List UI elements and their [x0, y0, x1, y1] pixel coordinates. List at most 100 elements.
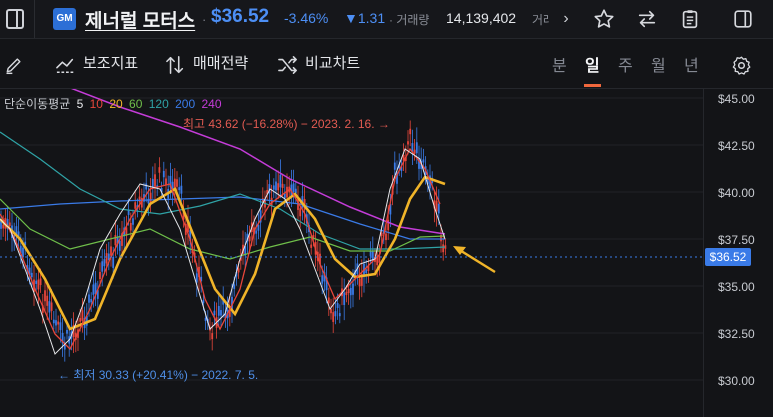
- period-month[interactable]: 월: [651, 52, 666, 76]
- annotation-arrow: [453, 246, 496, 274]
- sidebar-toggle-button[interactable]: [0, 0, 35, 38]
- candle-body: [204, 317, 207, 322]
- candle-body: [50, 302, 53, 311]
- active-period-indicator: [584, 84, 601, 87]
- exchange-button[interactable]: [627, 0, 665, 38]
- candle-body: [37, 279, 40, 290]
- legend-ma-20: 20: [109, 97, 123, 111]
- period-year[interactable]: 년: [684, 52, 699, 76]
- current-price-tag: $36.52: [705, 248, 751, 266]
- y-tick-label: $35.00: [718, 280, 755, 294]
- candle-body: [46, 295, 49, 306]
- indicators-button[interactable]: 보조지표: [55, 40, 150, 88]
- candle-body: [180, 185, 183, 194]
- candle-body: [149, 192, 152, 204]
- candle-body: [213, 310, 216, 315]
- current-price: $36.52: [211, 6, 270, 27]
- candle-body: [92, 284, 95, 295]
- period-week[interactable]: 주: [618, 52, 633, 76]
- favorite-button[interactable]: [584, 0, 622, 38]
- scroll-right-button[interactable]: ›: [556, 4, 576, 34]
- clipboard-icon: [682, 10, 698, 29]
- candle-body: [105, 253, 108, 264]
- order-button[interactable]: [670, 0, 708, 38]
- strategy-label: 매매전략: [193, 55, 249, 72]
- candle-body: [336, 303, 339, 308]
- candle-body: [233, 284, 236, 289]
- legend-ma-200: 200: [175, 97, 196, 111]
- indicator-chart-icon: [56, 58, 76, 74]
- stock-name-link[interactable]: 제너럴 모터스: [85, 6, 195, 33]
- candle-body: [103, 259, 106, 267]
- candle-body: [255, 230, 258, 234]
- candle-body: [283, 193, 286, 199]
- candle-body: [334, 311, 337, 317]
- volume-label: · 거래량: [389, 13, 430, 27]
- candle-body: [415, 142, 418, 154]
- candle-body: [202, 300, 205, 304]
- change-percent: -3.46%: [284, 10, 329, 26]
- candle-body: [195, 273, 198, 283]
- legend-ma-5: 5: [76, 97, 84, 111]
- candle-body: [409, 128, 412, 135]
- candle-body: [332, 312, 335, 322]
- candle-body: [127, 210, 130, 215]
- period-minute[interactable]: 분: [552, 52, 567, 76]
- candle-body: [338, 313, 341, 317]
- draw-button[interactable]: [4, 40, 28, 88]
- legend-ma-60: 60: [129, 97, 143, 111]
- candle-body: [165, 178, 167, 185]
- panel-toggle-button[interactable]: [723, 0, 761, 38]
- candle-body: [407, 141, 409, 145]
- chart-toolbar: 보조지표 매매전략 비교차트 분 일 주 월 년: [0, 40, 773, 89]
- candle-body: [57, 321, 60, 325]
- ma-120-line: [0, 131, 446, 250]
- star-icon: [594, 9, 614, 28]
- candle-body: [44, 290, 46, 302]
- indicators-label: 보조지표: [83, 55, 139, 72]
- y-tick-label: $30.00: [718, 374, 755, 388]
- y-tick-label: $40.00: [718, 186, 755, 200]
- candle-body: [178, 187, 181, 191]
- candle-body: [369, 250, 372, 257]
- candle-body: [299, 208, 302, 217]
- candle-body: [327, 297, 330, 304]
- candle-body: [321, 275, 324, 284]
- candle-body: [66, 329, 68, 334]
- period-day[interactable]: 일: [585, 52, 600, 76]
- candle-body: [138, 196, 141, 202]
- candle-body: [272, 185, 275, 190]
- legend-ma-240: 240: [201, 97, 222, 111]
- candle-body: [134, 202, 137, 209]
- candle-body: [343, 292, 346, 305]
- candle-body: [145, 183, 148, 190]
- sidebar-icon: [6, 9, 24, 29]
- candle-body: [8, 222, 11, 226]
- candle-body: [385, 233, 387, 241]
- candle-body: [349, 287, 352, 296]
- compare-button[interactable]: 비교차트: [277, 40, 372, 88]
- settings-button[interactable]: [731, 40, 755, 88]
- candle-body: [277, 183, 280, 191]
- candle-body: [217, 305, 220, 316]
- y-tick-label: $37.50: [718, 233, 755, 247]
- low-annotation: ← 최저 30.33 (+20.41%) − 2022. 7. 5.: [58, 368, 259, 382]
- strategy-button[interactable]: 매매전략: [165, 40, 260, 88]
- top-bar: GM 제너럴 모터스 · $36.52 -3.46% ▼1.31 · 거래량 1…: [0, 0, 773, 39]
- candle-body: [52, 319, 55, 324]
- candle-body: [281, 183, 284, 188]
- shuffle-icon: [278, 56, 297, 74]
- swap-arrows-icon: [638, 10, 656, 28]
- candle-body: [257, 225, 260, 231]
- candle-body: [129, 222, 132, 231]
- company-logo: GM: [53, 8, 76, 30]
- buy-sell-icon: [166, 56, 184, 74]
- candle-body: [2, 224, 5, 229]
- candle-body: [112, 256, 115, 268]
- candle-body: [365, 269, 368, 274]
- candle-body: [90, 299, 93, 303]
- candle-body: [347, 288, 350, 294]
- candle-body: [292, 183, 295, 193]
- candle-body: [114, 235, 117, 246]
- candle-body: [55, 320, 57, 326]
